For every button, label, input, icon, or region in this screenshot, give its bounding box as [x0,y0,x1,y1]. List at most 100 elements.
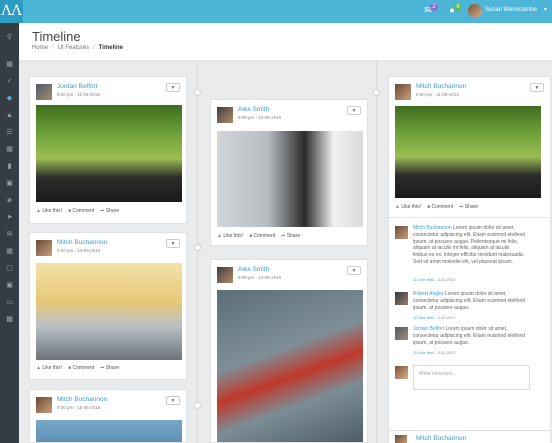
brand-logo[interactable]: ΛΛ [0,0,23,23]
user-name[interactable]: Susan Wenscombe [485,7,537,13]
timeline-post-card: Mitch Buchannon 9:00 pm - 15-06-2016 ▼ [29,389,187,443]
chevron-down-icon[interactable]: ▼ [347,266,361,275]
avatar[interactable] [395,327,408,340]
comment-author[interactable]: Robert Angier [413,291,444,297]
post-author[interactable]: Mitch Buchannon [416,83,466,90]
table-icon[interactable]: ▦ [5,146,14,154]
sitemap-icon[interactable]: ▩ [5,316,14,324]
post-actions: ▲ Like this! ■ Comment ➦ Share [36,365,125,371]
post-image[interactable] [36,105,182,202]
grid-icon[interactable]: ▦ [5,61,14,69]
mail-icon[interactable]: ✉ [5,231,14,239]
comment-like-link[interactable]: 11 Like this! [413,315,434,320]
avatar[interactable] [217,267,233,283]
divider [389,217,550,218]
like-button[interactable]: ▲ Like this! [395,204,421,210]
share-button[interactable]: ➦ Share [459,204,478,210]
top-navbar: ΛΛ ✉ 2 ● 6 Susan Wenscombe ▼ [0,0,552,23]
comment-button[interactable]: ■ Comment [68,208,94,214]
post-time: 9:00 pm - 12-06-2016 [238,115,282,120]
post-image[interactable] [395,106,541,198]
post-actions: ▲ Like this! ■ Comment ➦ Share [36,208,125,214]
comment-input[interactable]: Write comment... [413,365,530,390]
share-button[interactable]: ➦ Share [100,208,119,214]
comment-icon: ■ [427,204,431,210]
post-image[interactable] [36,263,182,360]
map-icon[interactable]: ▣ [5,180,14,188]
comment-icon: ■ [68,365,72,371]
chevron-down-icon[interactable]: ▼ [530,83,544,92]
avatar[interactable] [395,84,411,100]
post-author[interactable]: Alex Smith [238,106,269,113]
post-image[interactable] [217,131,363,227]
mail-badge: 2 [430,3,438,11]
thumbs-up-icon: ▲ [217,233,222,239]
bolt-icon[interactable]: ✓ [5,78,14,86]
chevron-down-icon[interactable]: ▼ [166,396,180,405]
post-author[interactable]: Jordan Belfort [57,83,97,90]
avatar[interactable] [36,240,52,256]
post-time: 9:00 pm - 15-06-2016 [57,405,101,410]
sidebar: ⚲ ▦ ✓ ◆ ▲ ☰ ▦ ▮ ▣ ◈ ➤ ✉ ▦ ▢ ▣ ▭ ▩ [0,23,19,443]
comment-like-link[interactable]: 11 Like this! [413,350,434,355]
comment-button[interactable]: ■ Comment [427,204,453,210]
timeline-line [376,61,377,443]
share-icon: ➦ [459,204,464,210]
current-user-avatar [395,366,408,379]
avatar[interactable] [395,435,407,443]
post-author[interactable]: Mitch Buchannon [57,396,107,403]
post-author[interactable]: Alex Smith [238,266,269,273]
image-icon[interactable]: ▣ [5,282,14,290]
breadcrumb-home[interactable]: Home [32,45,48,51]
layers-icon[interactable]: ◈ [5,197,14,205]
avatar[interactable] [395,226,408,239]
user-avatar[interactable] [468,4,482,18]
monitor-icon[interactable]: ▭ [5,299,14,307]
timeline-post-card: Alex Smith 9:00 pm - 12-06-2016 ▼ ▲ Like… [210,99,368,246]
post-actions: ▲ Like this! ■ Comment ➦ Share [395,204,484,210]
chevron-down-icon[interactable]: ▼ [543,7,548,13]
flask-icon[interactable]: ▲ [5,112,14,120]
share-icon: ➦ [100,208,105,214]
like-button[interactable]: ▲ Like this! [36,365,62,371]
comment-icon: ■ [249,233,253,239]
avatar[interactable] [36,397,52,413]
page-header: Timeline Home / UI Features / Timeline [19,23,552,61]
timeline-post-card: Alex Smith 9:00 pm - 14-06-2016 ▼ [210,259,368,443]
comment-button[interactable]: ■ Comment [68,365,94,371]
chevron-down-icon[interactable]: ▼ [166,239,180,248]
post-author[interactable]: Mitch Buchannon [57,239,107,246]
chevron-down-icon[interactable]: ▼ [347,106,361,115]
comment-button[interactable]: ■ Comment [249,233,275,239]
page-title: Timeline [32,29,81,44]
send-icon[interactable]: ➤ [5,214,14,222]
list-icon[interactable]: ☰ [5,129,14,137]
share-button[interactable]: ➦ Share [100,365,119,371]
file-icon[interactable]: ▢ [5,265,14,273]
chevron-down-icon[interactable]: ▼ [166,83,180,92]
breadcrumb-current: Timeline [98,45,123,51]
avatar[interactable] [395,292,408,305]
timeline-line [197,61,198,443]
share-button[interactable]: ➦ Share [281,233,300,239]
post-author[interactable]: Mitch Buchannon [416,435,466,442]
avatar[interactable] [217,107,233,123]
avatar[interactable] [36,84,52,100]
comment-author[interactable]: Mitch Buchannon [413,225,452,231]
chart-icon[interactable]: ▮ [5,163,14,171]
diamond-icon[interactable]: ◆ [5,95,14,103]
thumbs-up-icon: ▲ [36,365,41,371]
calendar-icon[interactable]: ▦ [5,248,14,256]
comment-like-link[interactable]: 11 Like this! [413,277,434,282]
search-icon[interactable]: ⚲ [5,34,14,42]
share-icon: ➦ [100,365,105,371]
share-icon: ➦ [281,233,286,239]
post-image[interactable] [36,420,182,442]
comment-meta: 11 Like this! - 2.01.2017 [413,315,456,320]
post-image[interactable] [217,290,363,442]
timeline-node [194,244,201,251]
comment-author[interactable]: Jordan Belfort [413,326,444,332]
breadcrumb-ui-features[interactable]: UI Features [58,45,89,51]
like-button[interactable]: ▲ Like this! [36,208,62,214]
like-button[interactable]: ▲ Like this! [217,233,243,239]
